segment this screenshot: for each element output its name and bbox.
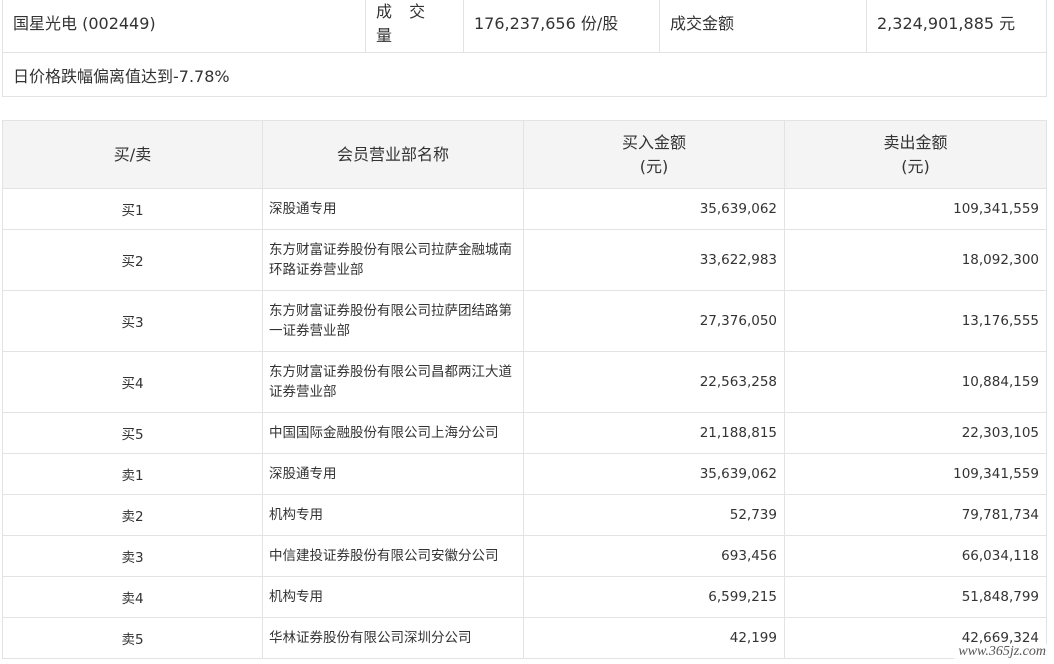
row-sell-amount: 109,341,559 — [784, 453, 1047, 495]
row-buy-amount: 35,639,062 — [523, 453, 785, 495]
table-row: 卖3 中信建投证券股份有限公司安徽分公司 693,456 66,034,118 — [2, 535, 1047, 577]
amount-value: 2,324,901,885 元 — [866, 0, 1047, 53]
table-row: 买5 中国国际金融股份有限公司上海分公司 21,188,815 22,303,1… — [2, 412, 1047, 454]
row-member: 东方财富证券股份有限公司拉萨团结路第一证券营业部 — [262, 290, 524, 352]
table-row: 买2 东方财富证券股份有限公司拉萨金融城南环路证券营业部 33,622,983 … — [2, 229, 1047, 291]
row-member: 深股通专用 — [262, 188, 524, 230]
row-side: 卖5 — [2, 617, 263, 659]
row-member: 机构专用 — [262, 576, 524, 618]
stock-name: 国星光电 (002449) — [2, 0, 366, 53]
row-side: 买3 — [2, 290, 263, 352]
row-buy-amount: 21,188,815 — [523, 412, 785, 454]
header-sell-line2: (元) — [901, 156, 930, 176]
row-member: 东方财富证券股份有限公司拉萨金融城南环路证券营业部 — [262, 229, 524, 291]
row-member: 中国国际金融股份有限公司上海分公司 — [262, 412, 524, 454]
row-buy-amount: 35,639,062 — [523, 188, 785, 230]
row-member: 机构专用 — [262, 494, 524, 536]
deviation-note: 日价格跌幅偏离值达到-7.78% — [2, 52, 1047, 97]
row-sell-amount: 10,884,159 — [784, 351, 1047, 413]
note-row: 日价格跌幅偏离值达到-7.78% — [2, 52, 1047, 97]
row-sell-amount: 13,176,555 — [784, 290, 1047, 352]
table-row: 卖2 机构专用 52,739 79,781,734 — [2, 494, 1047, 536]
row-side: 买4 — [2, 351, 263, 413]
table-row: 买4 东方财富证券股份有限公司昌都两江大道证券营业部 22,563,258 10… — [2, 351, 1047, 413]
header-member: 会员营业部名称 — [262, 120, 524, 189]
header-sell-amount: 卖出金额 (元) — [784, 120, 1047, 189]
table-header-row: 买/卖 会员营业部名称 买入金额 (元) 卖出金额 (元) — [2, 120, 1047, 189]
table-row: 买3 东方财富证券股份有限公司拉萨团结路第一证券营业部 27,376,050 1… — [2, 290, 1047, 352]
row-member: 东方财富证券股份有限公司昌都两江大道证券营业部 — [262, 351, 524, 413]
table-row: 卖1 深股通专用 35,639,062 109,341,559 — [2, 453, 1047, 495]
header-side: 买/卖 — [2, 120, 263, 189]
row-side: 卖3 — [2, 535, 263, 577]
row-sell-amount: 51,848,799 — [784, 576, 1047, 618]
header-buy-amount: 买入金额 (元) — [523, 120, 785, 189]
row-buy-amount: 6,599,215 — [523, 576, 785, 618]
row-buy-amount: 52,739 — [523, 494, 785, 536]
table-row: 卖4 机构专用 6,599,215 51,848,799 — [2, 576, 1047, 618]
header-sell-line1: 卖出金额 — [883, 132, 948, 152]
summary-row: 国星光电 (002449) 成 交 量 176,237,656 份/股 成交金额… — [2, 0, 1047, 53]
row-sell-amount: 66,034,118 — [784, 535, 1047, 577]
header-buy-line2: (元) — [639, 156, 669, 176]
site-watermark: www.365jz.com — [954, 644, 1050, 660]
row-member: 华林证券股份有限公司深圳分公司 — [262, 617, 524, 659]
row-buy-amount: 33,622,983 — [523, 229, 785, 291]
amount-label: 成交金额 — [659, 0, 867, 53]
row-buy-amount: 42,199 — [523, 617, 785, 659]
row-sell-amount: 18,092,300 — [784, 229, 1047, 291]
row-side: 卖2 — [2, 494, 263, 536]
row-member: 中信建投证券股份有限公司安徽分公司 — [262, 535, 524, 577]
summary-table: 国星光电 (002449) 成 交 量 176,237,656 份/股 成交金额… — [2, 0, 1047, 97]
row-side: 卖1 — [2, 453, 263, 495]
volume-label: 成 交 量 — [365, 0, 464, 53]
row-side: 卖4 — [2, 576, 263, 618]
table-row: 卖5 华林证券股份有限公司深圳分公司 42,199 42,669,324 — [2, 617, 1047, 659]
table-row: 买1 深股通专用 35,639,062 109,341,559 — [2, 188, 1047, 230]
row-buy-amount: 27,376,050 — [523, 290, 785, 352]
header-buy-line1: 买入金额 — [621, 132, 686, 152]
row-side: 买2 — [2, 229, 263, 291]
volume-value: 176,237,656 份/股 — [463, 0, 660, 53]
row-sell-amount: 79,781,734 — [784, 494, 1047, 536]
row-sell-amount: 22,303,105 — [784, 412, 1047, 454]
trading-table: 买/卖 会员营业部名称 买入金额 (元) 卖出金额 (元) 买1 深股通专用 35,… — [2, 120, 1047, 659]
row-side: 买5 — [2, 412, 263, 454]
row-sell-amount: 109,341,559 — [784, 188, 1047, 230]
row-buy-amount: 22,563,258 — [523, 351, 785, 413]
row-member: 深股通专用 — [262, 453, 524, 495]
row-buy-amount: 693,456 — [523, 535, 785, 577]
row-side: 买1 — [2, 188, 263, 230]
